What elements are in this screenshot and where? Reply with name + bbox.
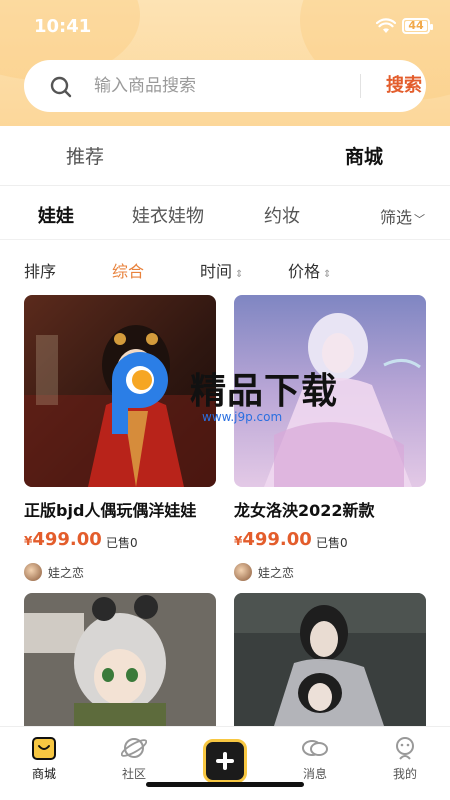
filter-button[interactable]: 筛选 ﹀ (380, 204, 425, 228)
sort-price[interactable]: 价格 ⇕ (288, 258, 331, 282)
search-icon (50, 76, 72, 98)
sort-label: 排序 (24, 258, 56, 282)
add-button[interactable] (203, 739, 247, 783)
product-price: ¥499.00 (234, 529, 312, 550)
nav-mall[interactable]: 商城 (14, 735, 74, 782)
sold-count: 已售0 (106, 536, 138, 550)
product-title: 正版bjd人偶玩偶洋娃娃 (24, 501, 197, 520)
tab-label: 推荐 (66, 146, 105, 168)
search-bar: 搜索 (24, 60, 426, 112)
search-button[interactable]: 搜索 (372, 74, 436, 98)
chat-bubble-icon (302, 740, 328, 756)
search-divider (360, 74, 361, 98)
home-indicator (146, 782, 304, 787)
watermark-url: www.j9p.com (202, 410, 283, 424)
category-tabs: 娃娃 娃衣娃物 约妆 筛选 ﹀ (0, 186, 450, 240)
price-value: 499.00 (32, 529, 102, 550)
nav-profile[interactable]: 我的 (375, 735, 435, 782)
product-card[interactable] (24, 593, 216, 726)
category-tab-dolls[interactable]: 娃娃 (38, 202, 74, 230)
category-label: 约妆 (264, 206, 300, 227)
status-time: 10:41 (34, 16, 92, 37)
shop-info[interactable]: 娃之恋 (234, 563, 426, 583)
nav-messages[interactable]: 消息 (285, 735, 345, 782)
price-line: ¥499.00 已售0 (234, 529, 426, 553)
sort-arrows-icon: ⇕ (235, 269, 244, 280)
category-label: 娃衣娃物 (132, 206, 204, 227)
category-tab-makeup[interactable]: 约妆 (264, 202, 300, 228)
bottom-nav: 商城 社区 消息 我的 (0, 726, 450, 800)
product-image (24, 593, 216, 726)
watermark-logo-icon (112, 352, 168, 434)
product-card[interactable] (234, 593, 426, 726)
category-tab-doll-clothes[interactable]: 娃衣娃物 (132, 202, 204, 228)
plus-icon-stem (223, 752, 227, 770)
product-image (234, 593, 426, 726)
shop-name: 娃之恋 (48, 566, 85, 580)
tab-label: 商城 (345, 146, 384, 168)
nav-label: 我的 (392, 767, 417, 781)
battery-level: 44 (408, 19, 424, 32)
sort-arrows-icon: ⇕ (323, 269, 332, 280)
shop-info[interactable]: 娃之恋 (24, 563, 216, 583)
chevron-down-icon: ﹀ (414, 213, 426, 226)
watermark-text: 精品下载 (190, 371, 339, 412)
nav-label: 消息 (302, 767, 327, 781)
profile-icon (396, 737, 414, 760)
wifi-icon (376, 18, 396, 33)
nav-community[interactable]: 社区 (104, 735, 164, 782)
search-input[interactable] (94, 72, 344, 100)
nav-label: 商城 (31, 767, 56, 781)
shop-bag-icon (32, 737, 56, 760)
sort-text: 价格 (288, 262, 321, 281)
price-line: ¥499.00 已售0 (24, 529, 216, 553)
planet-icon (121, 738, 147, 758)
sort-row: 排序 综合 时间 ⇕ 价格 ⇕ (0, 240, 450, 292)
product-title: 龙女洛泱2022新款 (234, 501, 375, 520)
shop-name: 娃之恋 (258, 566, 295, 580)
top-tabs: 推荐 商城 (0, 126, 450, 186)
tab-mall[interactable]: 商城 (345, 142, 384, 172)
sort-text: 时间 (200, 262, 233, 281)
nav-label: 社区 (121, 767, 146, 781)
product-price: ¥499.00 (24, 529, 102, 550)
shop-avatar (234, 563, 252, 581)
watermark: 精品下载 www.j9p.com (98, 350, 358, 440)
sort-text: 排序 (24, 262, 57, 281)
sort-time[interactable]: 时间 ⇕ (200, 258, 243, 282)
sort-overall[interactable]: 综合 (112, 258, 144, 282)
shop-avatar (24, 563, 42, 581)
tab-recommend[interactable]: 推荐 (66, 142, 104, 169)
sold-count: 已售0 (316, 536, 348, 550)
status-bar: 10:41 44 (0, 0, 450, 56)
sort-text: 综合 (112, 262, 145, 281)
battery-icon: 44 (402, 18, 433, 34)
price-value: 499.00 (242, 529, 312, 550)
category-label: 娃娃 (38, 206, 74, 227)
filter-label: 筛选 (380, 208, 413, 227)
header: 10:41 44 搜索 (0, 0, 450, 126)
